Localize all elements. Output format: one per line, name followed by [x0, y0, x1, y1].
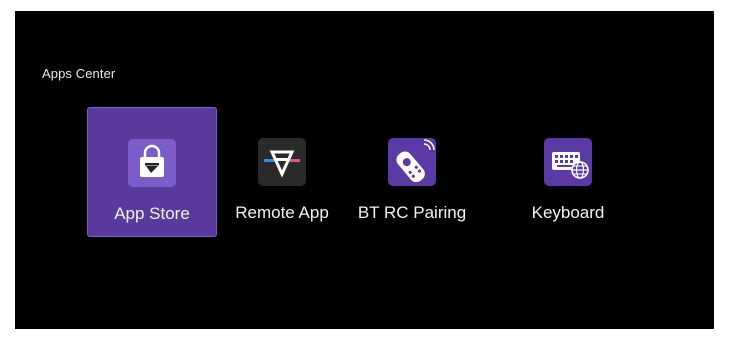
- app-tile-keyboard[interactable]: Keyboard: [503, 107, 633, 237]
- app-label: BT RC Pairing: [357, 203, 467, 222]
- app-store-bag-icon: [128, 139, 176, 187]
- keyboard-globe-icon: [544, 138, 592, 186]
- section-title: Apps Center: [42, 66, 116, 81]
- app-label: Keyboard: [531, 203, 605, 222]
- remote-app-logo-icon: [258, 138, 306, 186]
- app-tile-bt-rc-pairing[interactable]: BT RC Pairing: [347, 107, 477, 237]
- bluetooth-remote-icon: [388, 138, 436, 186]
- apps-center-screen: Apps Center App Store Remote App BT RC P…: [15, 11, 714, 329]
